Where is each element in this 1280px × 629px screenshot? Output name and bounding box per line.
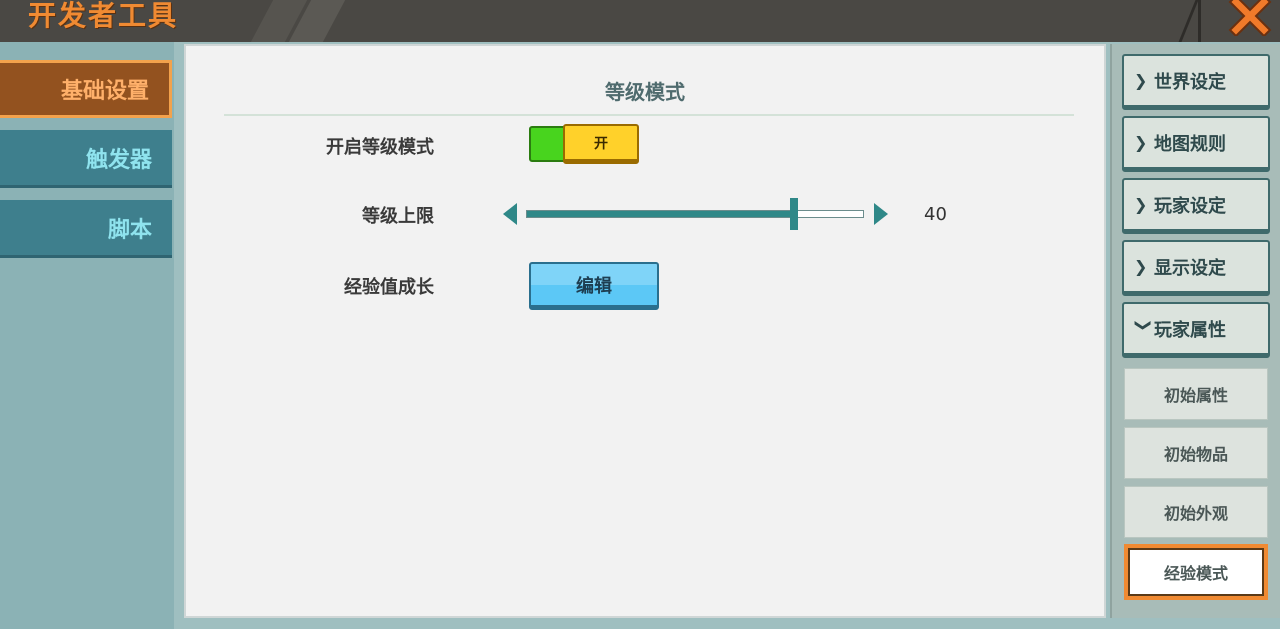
exp-growth-label: 经验值成长 bbox=[344, 277, 434, 298]
nav-map-rules[interactable]: ❯ 地图规则 bbox=[1122, 116, 1270, 172]
level-mode-label: 开启等级模式 bbox=[326, 137, 434, 158]
slider-thumb[interactable] bbox=[790, 198, 798, 230]
sidebar-tab-label: 触发器 bbox=[85, 147, 152, 173]
level-cap-value: 40 bbox=[924, 204, 947, 225]
nav-label: 世界设定 bbox=[1154, 71, 1226, 93]
chevron-right-icon: ❯ bbox=[1134, 133, 1148, 152]
nav-display-settings[interactable]: ❯ 显示设定 bbox=[1122, 240, 1270, 296]
sidebar-tab-label: 基础设置 bbox=[60, 79, 149, 104]
chevron-down-icon: ❯ bbox=[1134, 318, 1154, 332]
window-title: 开发者工具 bbox=[28, 0, 179, 32]
section-title: 等级模式 bbox=[605, 80, 685, 104]
toggle-text: 开 bbox=[594, 135, 608, 152]
nav-sub-label: 初始物品 bbox=[1163, 445, 1228, 464]
level-cap-slider[interactable] bbox=[526, 210, 864, 218]
sidebar: 基础设置 触发器 脚本 bbox=[0, 42, 174, 629]
edit-button-label: 编辑 bbox=[576, 275, 612, 297]
nav-label: 显示设定 bbox=[1154, 257, 1226, 279]
chevron-right-icon: ❯ bbox=[1134, 257, 1148, 276]
settings-nav: ❯ 世界设定 ❯ 地图规则 ❯ 玩家设定 ❯ 显示设定 ❯ 玩家属性 初始属性 … bbox=[1110, 44, 1280, 618]
nav-sub-label: 初始属性 bbox=[1163, 386, 1228, 405]
nav-sub-initial-appearance[interactable]: 初始外观 bbox=[1124, 486, 1268, 538]
nav-sub-exp-mode[interactable]: 经验模式 bbox=[1124, 544, 1268, 600]
nav-sub-initial-items[interactable]: 初始物品 bbox=[1124, 427, 1268, 479]
chevron-right-icon: ❯ bbox=[1134, 71, 1148, 90]
close-button[interactable] bbox=[1198, 0, 1280, 42]
slider-fill bbox=[527, 211, 796, 217]
sidebar-tab-basic-settings[interactable]: 基础设置 bbox=[0, 60, 172, 118]
nav-sub-label: 经验模式 bbox=[1163, 564, 1228, 583]
title-bar: 开发者工具 bbox=[0, 0, 1280, 42]
toggle-knob[interactable]: 开 bbox=[563, 124, 639, 164]
nav-sub-label: 初始外观 bbox=[1163, 504, 1228, 523]
divider bbox=[224, 114, 1074, 116]
settings-panel: 等级模式 开启等级模式 开 等级上限 40 经验值成长 编辑 bbox=[184, 44, 1106, 618]
nav-player-attributes[interactable]: ❯ 玩家属性 bbox=[1122, 302, 1270, 358]
sidebar-tab-label: 脚本 bbox=[107, 217, 152, 243]
sidebar-tab-triggers[interactable]: 触发器 bbox=[0, 130, 172, 188]
nav-label: 地图规则 bbox=[1154, 133, 1226, 155]
slider-increase-arrow-icon[interactable] bbox=[874, 203, 888, 225]
sidebar-tab-scripts[interactable]: 脚本 bbox=[0, 200, 172, 258]
edit-button[interactable]: 编辑 bbox=[529, 262, 659, 310]
nav-label: 玩家设定 bbox=[1154, 195, 1226, 217]
nav-player-settings[interactable]: ❯ 玩家设定 bbox=[1122, 178, 1270, 234]
nav-label: 玩家属性 bbox=[1154, 319, 1226, 341]
close-icon bbox=[1228, 0, 1272, 36]
nav-sub-initial-attributes[interactable]: 初始属性 bbox=[1124, 368, 1268, 420]
level-cap-label: 等级上限 bbox=[362, 206, 434, 227]
chevron-right-icon: ❯ bbox=[1134, 195, 1148, 214]
level-mode-toggle[interactable]: 开 bbox=[529, 124, 639, 164]
slider-decrease-arrow-icon[interactable] bbox=[503, 203, 517, 225]
nav-world-settings[interactable]: ❯ 世界设定 bbox=[1122, 54, 1270, 110]
